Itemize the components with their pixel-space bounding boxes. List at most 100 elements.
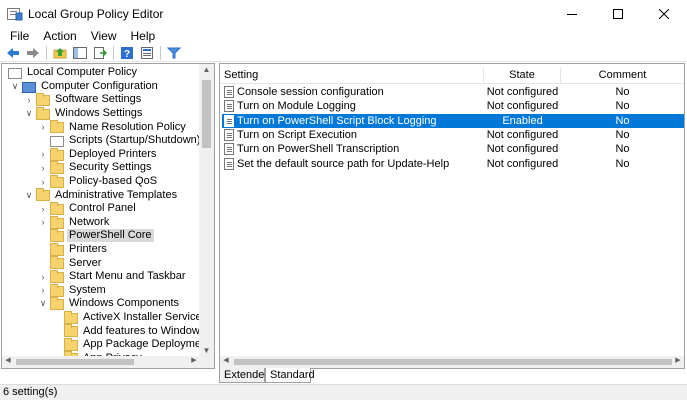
chevron-right-icon[interactable]: › — [38, 121, 48, 133]
folder-icon — [50, 269, 64, 283]
menu-help[interactable]: Help — [124, 29, 163, 43]
tree-scroll-thumb[interactable] — [202, 80, 211, 148]
chevron-right-icon[interactable]: › — [38, 148, 48, 160]
tree-item[interactable]: › Network — [2, 215, 202, 230]
chevron-right-icon[interactable]: › — [38, 271, 48, 283]
tree-vertical-scrollbar[interactable]: ▲ ▼ — [199, 64, 214, 368]
policy-setting-icon — [224, 157, 234, 170]
chevron-right-icon[interactable]: › — [38, 162, 48, 174]
help-icon[interactable]: ? — [117, 45, 136, 61]
chevron-right-icon[interactable]: › — [24, 94, 34, 106]
setting-state: Not configured — [486, 86, 559, 98]
scroll-up-icon[interactable]: ▲ — [199, 65, 214, 74]
chevron-right-icon[interactable]: › — [38, 284, 48, 296]
tree-item[interactable]: ∨ Computer Configuration — [2, 80, 202, 94]
folder-icon — [50, 120, 64, 134]
column-header-setting[interactable]: Setting — [220, 67, 484, 84]
folder-icon — [36, 188, 50, 202]
tree-item[interactable]: › Software Settings — [2, 93, 202, 107]
table-row[interactable]: Set the default source path for Update-H… — [222, 157, 684, 171]
setting-name: Console session configuration — [237, 86, 384, 98]
filter-icon[interactable] — [164, 45, 183, 61]
menu-file[interactable]: File — [3, 29, 36, 43]
forward-arrow-icon[interactable] — [23, 45, 42, 61]
table-row[interactable]: Turn on Module Logging Not configured No — [222, 99, 684, 113]
tree-item-label: ActiveX Installer Service — [83, 310, 202, 323]
tree-item[interactable]: › Control Panel — [2, 201, 202, 216]
folder-icon — [50, 242, 64, 256]
list-hscroll-thumb[interactable] — [234, 359, 672, 365]
close-button[interactable] — [641, 0, 687, 28]
tree-item[interactable]: PowerShell Core — [2, 229, 202, 243]
folder-icon — [64, 310, 78, 324]
tree-item[interactable]: › Deployed Printers — [2, 147, 202, 162]
maximize-button[interactable] — [595, 0, 641, 28]
tree-item[interactable]: › Security Settings — [2, 161, 202, 175]
show-hide-tree-icon[interactable] — [70, 45, 89, 61]
chevron-right-icon[interactable]: › — [38, 203, 48, 215]
list-header: Setting State Comment — [220, 67, 684, 84]
setting-comment: No — [615, 128, 630, 141]
tree-item-label: Start Menu and Taskbar — [69, 270, 186, 283]
tree-item-label: System — [69, 283, 106, 296]
column-header-comment[interactable]: Comment — [561, 67, 684, 84]
tree-item[interactable]: ∨ Administrative Templates — [2, 188, 202, 202]
tree-item[interactable]: App Package Deployment — [2, 337, 210, 352]
tree-pane[interactable]: Local Computer Policy ∨ Computer Configura… — [1, 63, 215, 369]
tree-hscroll-thumb[interactable] — [16, 359, 134, 365]
menu-view[interactable]: View — [84, 29, 124, 43]
tree-item[interactable]: › Name Resolution Policy — [2, 120, 202, 134]
chevron-down-icon[interactable]: ∨ — [10, 80, 20, 92]
setting-state: Not configured — [486, 143, 559, 156]
export-list-icon[interactable] — [90, 45, 109, 61]
setting-name: Turn on PowerShell Script Block Logging — [237, 114, 437, 127]
tree-horizontal-scrollbar[interactable]: ◀ ▶ — [2, 356, 200, 368]
tree-item[interactable]: Scripts (Startup/Shutdown) — [2, 134, 202, 148]
tree-item-label: Security Settings — [69, 161, 152, 174]
tree-item[interactable]: ActiveX Installer Service — [2, 310, 202, 325]
tree-item[interactable]: Local Computer Policy — [2, 66, 202, 80]
tree-item[interactable]: › Policy-based QoS — [2, 174, 202, 189]
setting-comment: No — [615, 86, 630, 98]
tree-item-label: Network — [69, 215, 110, 228]
scroll-right-icon[interactable]: ▶ — [672, 356, 684, 364]
tree-item[interactable]: Printers — [2, 242, 202, 257]
back-arrow-icon[interactable] — [3, 45, 22, 61]
tree-item[interactable]: ∨ Windows Settings — [2, 106, 202, 121]
chevron-right-icon[interactable]: › — [38, 176, 48, 188]
table-row[interactable]: Console session configuration Not configu… — [222, 85, 684, 99]
status-bar: 6 setting(s) — [0, 384, 687, 400]
folder-icon — [50, 215, 64, 229]
tree-item[interactable]: Server — [2, 256, 202, 270]
table-row[interactable]: Turn on PowerShell Transcription Not conf… — [222, 142, 684, 156]
chevron-down-icon[interactable]: ∨ — [38, 298, 48, 310]
tree-item[interactable]: › Start Menu and Taskbar — [2, 269, 202, 284]
scroll-left-icon[interactable]: ◀ — [220, 356, 232, 364]
scroll-left-icon[interactable]: ◀ — [2, 356, 14, 364]
menu-action[interactable]: Action — [36, 29, 83, 43]
up-folder-icon[interactable] — [50, 45, 69, 61]
toolbar-separator — [113, 45, 114, 60]
chevron-down-icon[interactable]: ∨ — [24, 189, 34, 201]
setting-name: Set the default source path for Update-H… — [237, 157, 450, 170]
setting-state: Not configured — [486, 157, 559, 170]
chevron-right-icon[interactable]: › — [38, 216, 48, 228]
list-horizontal-scrollbar[interactable]: ◀ ▶ — [220, 356, 684, 368]
scroll-down-icon[interactable]: ▼ — [199, 346, 214, 355]
setting-name: Turn on Module Logging — [237, 100, 356, 113]
properties-icon[interactable] — [137, 45, 156, 61]
scroll-right-icon[interactable]: ▶ — [188, 356, 200, 364]
tree-item[interactable]: ∨ Windows Components — [2, 297, 202, 311]
window-title: Local Group Policy Editor — [28, 7, 164, 21]
minimize-button[interactable] — [549, 0, 595, 28]
chevron-down-icon[interactable]: ∨ — [24, 108, 34, 120]
tree-item[interactable]: Add features to Windows 10 — [2, 324, 214, 338]
tab-extended[interactable]: Extended — [219, 368, 270, 383]
tree-item[interactable]: › System — [2, 283, 202, 298]
table-row[interactable]: Turn on PowerShell Script Block Logging E… — [222, 113, 684, 128]
column-header-state[interactable]: State — [484, 67, 561, 84]
tab-standard[interactable]: Standard — [265, 368, 315, 383]
table-row[interactable]: Turn on Script Execution Not configured No — [222, 128, 684, 142]
policy-setting-icon — [224, 128, 234, 141]
policy-setting-icon — [224, 143, 234, 156]
